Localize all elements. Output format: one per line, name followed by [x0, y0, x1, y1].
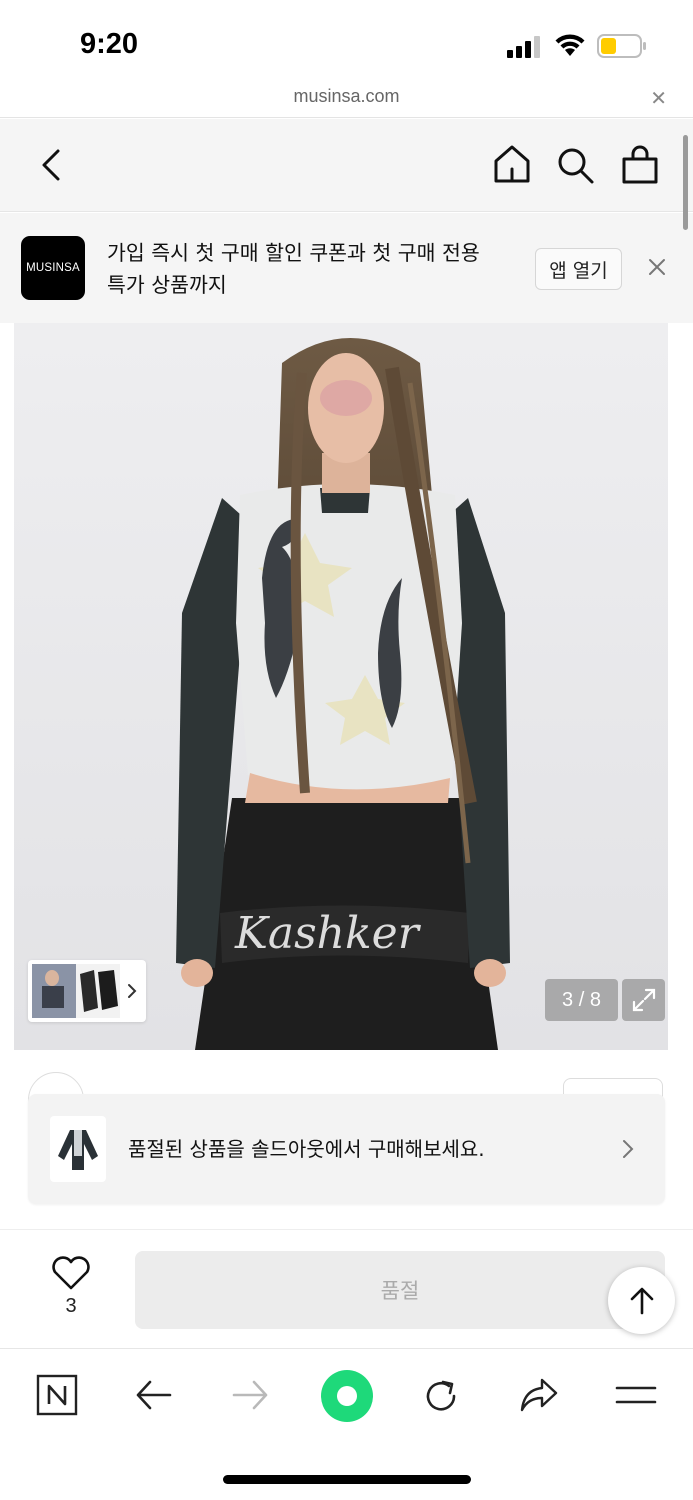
image-counter: 3 / 8	[545, 979, 618, 1021]
search-icon[interactable]	[556, 146, 596, 186]
heart-icon[interactable]	[50, 1255, 92, 1291]
product-photo: Kashker	[0, 323, 693, 1050]
home-indicator	[223, 1475, 471, 1484]
cellular-signal-icon	[507, 36, 540, 58]
banner-line-2: 특가 상품까지	[107, 273, 227, 297]
arrow-up-icon	[630, 1287, 653, 1314]
banner-line-1: 가입 즉시 첫 구매 할인 쿠폰과 첫 구매 전용	[107, 241, 480, 265]
purchase-bar: 3 품절	[0, 1231, 693, 1349]
shopping-bag-icon[interactable]	[620, 144, 660, 186]
refresh-icon[interactable]	[421, 1376, 461, 1416]
product-info-area: 품절된 상품을 솔드아웃에서 구매해보세요.	[0, 1050, 693, 1230]
browser-toolbar	[0, 1350, 693, 1500]
sold-out-button[interactable]: 품절	[135, 1251, 665, 1329]
thumbnail-strip[interactable]	[28, 960, 146, 1022]
close-icon[interactable]: ✕	[650, 88, 667, 108]
open-app-button[interactable]: 앱 열기	[535, 248, 622, 290]
status-bar: 9:20	[0, 0, 693, 80]
green-dot-icon[interactable]	[319, 1368, 375, 1424]
naver-icon[interactable]	[36, 1374, 78, 1416]
home-icon[interactable]	[492, 143, 532, 185]
toast-thumbnail	[50, 1116, 106, 1182]
thumbnail-images	[32, 964, 137, 1018]
battery-icon	[597, 34, 646, 58]
jacket-thumbnail-icon	[58, 1130, 98, 1170]
back-icon[interactable]	[36, 145, 66, 185]
share-icon[interactable]	[518, 1376, 560, 1414]
musinsa-logo: MUSINSA	[21, 236, 85, 300]
like-count: 3	[65, 1295, 77, 1317]
status-time: 9:20	[80, 28, 139, 60]
toast-message: 품절된 상품을 솔드아웃에서 구매해보세요.	[128, 1137, 485, 1161]
menu-icon[interactable]	[615, 1382, 657, 1408]
svg-text:Kashker: Kashker	[234, 908, 422, 959]
back-arrow-icon[interactable]	[134, 1378, 174, 1412]
chevron-right-icon	[623, 1140, 634, 1158]
forward-arrow-icon[interactable]	[230, 1378, 270, 1412]
app-download-banner: MUSINSA 가입 즉시 첫 구매 할인 쿠폰과 첫 구매 전용 특가 상품까…	[0, 213, 693, 323]
url-domain[interactable]: musinsa.com	[0, 86, 693, 107]
browser-url-bar[interactable]: musinsa.com ✕	[0, 80, 693, 118]
product-image-carousel[interactable]: Kashker 3 / 8	[0, 323, 693, 1050]
scroll-indicator	[683, 135, 688, 230]
soldout-promo-toast[interactable]: 품절된 상품을 솔드아웃에서 구매해보세요.	[28, 1094, 665, 1204]
site-header	[0, 119, 693, 212]
banner-message: 가입 즉시 첫 구매 할인 쿠폰과 첫 구매 전용 특가 상품까지	[107, 237, 517, 301]
wifi-icon	[555, 34, 585, 56]
close-icon[interactable]	[645, 255, 669, 279]
scroll-to-top-button[interactable]	[608, 1267, 675, 1334]
expand-icon[interactable]	[622, 979, 665, 1021]
